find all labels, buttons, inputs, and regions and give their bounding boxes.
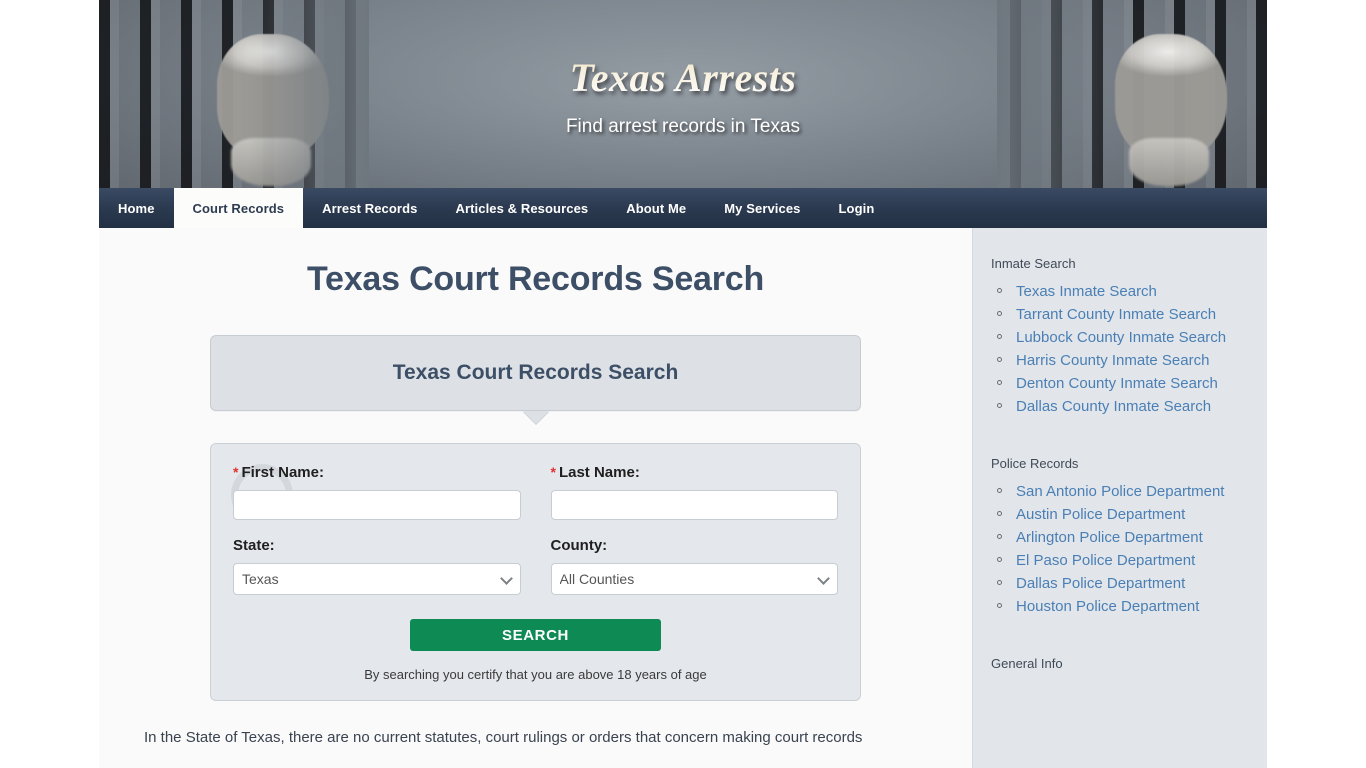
sidebar-link-austin-police-department[interactable]: Austin Police Department bbox=[1016, 506, 1185, 524]
search-callout-box: Texas Court Records Search bbox=[210, 335, 861, 411]
nav-item-login[interactable]: Login bbox=[820, 188, 894, 228]
county-field-group: County: All Counties bbox=[550, 537, 838, 595]
main-navigation: Home Court Records Arrest Records Articl… bbox=[99, 188, 1267, 228]
sidebar: Inmate Search Texas Inmate Search Tarran… bbox=[972, 228, 1267, 768]
list-item[interactable]: Texas Inmate Search bbox=[997, 283, 1267, 301]
sidebar-link-harris-county-inmate-search[interactable]: Harris County Inmate Search bbox=[1016, 352, 1209, 370]
sidebar-link-san-antonio-police-department[interactable]: San Antonio Police Department bbox=[1016, 483, 1224, 501]
bullet-circle-icon bbox=[997, 403, 1002, 408]
sidebar-heading-inmate-search: Inmate Search bbox=[991, 256, 1076, 271]
bullet-circle-icon bbox=[997, 534, 1002, 539]
county-select-wrapper: All Counties bbox=[550, 563, 838, 595]
court-records-search-form: * First Name: * Last Name: State: Texas … bbox=[210, 443, 861, 701]
bullet-circle-icon bbox=[997, 357, 1002, 362]
list-item[interactable]: Denton County Inmate Search bbox=[997, 375, 1267, 393]
list-item[interactable]: Harris County Inmate Search bbox=[997, 352, 1267, 370]
nav-item-about-me[interactable]: About Me bbox=[607, 188, 705, 228]
bullet-circle-icon bbox=[997, 488, 1002, 493]
bullet-circle-icon bbox=[997, 511, 1002, 516]
sidebar-heading-general-info: General Info bbox=[991, 656, 1063, 671]
state-select[interactable]: Texas bbox=[233, 563, 521, 595]
list-item[interactable]: Austin Police Department bbox=[997, 506, 1267, 524]
nav-item-home[interactable]: Home bbox=[99, 188, 174, 228]
list-item[interactable]: San Antonio Police Department bbox=[997, 483, 1267, 501]
required-asterisk: * bbox=[550, 464, 556, 480]
first-name-field-group: * First Name: bbox=[233, 464, 521, 520]
search-callout-title: Texas Court Records Search bbox=[392, 361, 679, 384]
bullet-circle-icon bbox=[997, 334, 1002, 339]
name-fields-grid: * First Name: * Last Name: bbox=[233, 464, 838, 520]
list-item[interactable]: Dallas County Inmate Search bbox=[997, 398, 1267, 416]
list-item[interactable]: Tarrant County Inmate Search bbox=[997, 306, 1267, 324]
state-select-wrapper: Texas bbox=[233, 563, 521, 595]
sidebar-link-tarrant-county-inmate-search[interactable]: Tarrant County Inmate Search bbox=[1016, 306, 1216, 324]
first-name-label: * First Name: bbox=[233, 464, 521, 481]
bullet-circle-icon bbox=[997, 380, 1002, 385]
first-name-input[interactable] bbox=[233, 490, 521, 520]
bullet-circle-icon bbox=[997, 603, 1002, 608]
nav-item-articles-resources[interactable]: Articles & Resources bbox=[436, 188, 607, 228]
search-button[interactable]: SEARCH bbox=[410, 619, 661, 651]
wrist-shape bbox=[231, 138, 311, 186]
list-item[interactable]: Dallas Police Department bbox=[997, 575, 1267, 593]
last-name-field-group: * Last Name: bbox=[550, 464, 839, 520]
wrist-shape bbox=[1129, 138, 1209, 186]
list-item[interactable]: Lubbock County Inmate Search bbox=[997, 329, 1267, 347]
site-title: Texas Arrests bbox=[99, 0, 1267, 100]
nav-item-arrest-records[interactable]: Arrest Records bbox=[303, 188, 436, 228]
sidebar-link-texas-inmate-search[interactable]: Texas Inmate Search bbox=[1016, 283, 1157, 301]
site-banner: Texas Arrests Find arrest records in Tex… bbox=[99, 0, 1267, 188]
nav-item-court-records[interactable]: Court Records bbox=[173, 188, 304, 228]
site-tagline: Find arrest records in Texas bbox=[565, 116, 801, 137]
page-root: Texas Arrests Find arrest records in Tex… bbox=[0, 0, 1366, 768]
page-title: Texas Court Records Search bbox=[306, 260, 765, 298]
state-label: State: bbox=[233, 537, 275, 554]
sidebar-link-houston-police-department[interactable]: Houston Police Department bbox=[1016, 598, 1199, 616]
bullet-circle-icon bbox=[997, 580, 1002, 585]
banner-text-block: Texas Arrests Find arrest records in Tex… bbox=[99, 0, 1267, 138]
sidebar-list-inmate-search: Texas Inmate Search Tarrant County Inmat… bbox=[973, 283, 1267, 416]
first-name-label-text: First Name: bbox=[241, 464, 324, 481]
main-content: Texas Court Records Search Texas Court R… bbox=[99, 228, 972, 768]
sidebar-link-dallas-county-inmate-search[interactable]: Dallas County Inmate Search bbox=[1016, 398, 1211, 416]
list-item[interactable]: El Paso Police Department bbox=[997, 552, 1267, 570]
callout-pointer-arrow bbox=[522, 411, 549, 424]
sidebar-link-el-paso-police-department[interactable]: El Paso Police Department bbox=[1016, 552, 1195, 570]
location-fields-grid: State: Texas County: All Counties bbox=[233, 537, 838, 595]
state-field-group: State: Texas bbox=[233, 537, 521, 595]
last-name-label-text: Last Name: bbox=[558, 464, 640, 481]
county-label: County: bbox=[550, 537, 608, 554]
bullet-circle-icon bbox=[997, 557, 1002, 562]
county-select[interactable]: All Counties bbox=[550, 563, 838, 595]
sidebar-list-police-records: San Antonio Police Department Austin Pol… bbox=[973, 483, 1267, 616]
sidebar-link-lubbock-county-inmate-search[interactable]: Lubbock County Inmate Search bbox=[1016, 329, 1226, 347]
sidebar-link-dallas-police-department[interactable]: Dallas Police Department bbox=[1016, 575, 1185, 593]
search-callout-wrapper: Texas Court Records Search bbox=[210, 335, 861, 424]
bullet-circle-icon bbox=[997, 288, 1002, 293]
sidebar-link-arlington-police-department[interactable]: Arlington Police Department bbox=[1016, 529, 1203, 547]
body-row: Texas Court Records Search Texas Court R… bbox=[99, 228, 1267, 768]
sidebar-heading-police-records: Police Records bbox=[991, 456, 1079, 471]
site-container: Texas Arrests Find arrest records in Tex… bbox=[99, 0, 1267, 768]
list-item[interactable]: Houston Police Department bbox=[997, 598, 1267, 616]
bullet-circle-icon bbox=[997, 311, 1002, 316]
age-disclaimer-text: By searching you certify that you are ab… bbox=[364, 667, 707, 682]
required-asterisk: * bbox=[233, 464, 239, 480]
intro-paragraph: In the State of Texas, there are no curr… bbox=[144, 729, 863, 746]
sidebar-link-denton-county-inmate-search[interactable]: Denton County Inmate Search bbox=[1016, 375, 1218, 393]
nav-item-my-services[interactable]: My Services bbox=[705, 188, 819, 228]
last-name-input[interactable] bbox=[550, 490, 838, 520]
last-name-label: * Last Name: bbox=[551, 464, 839, 481]
list-item[interactable]: Arlington Police Department bbox=[997, 529, 1267, 547]
field-spacer bbox=[233, 520, 838, 537]
